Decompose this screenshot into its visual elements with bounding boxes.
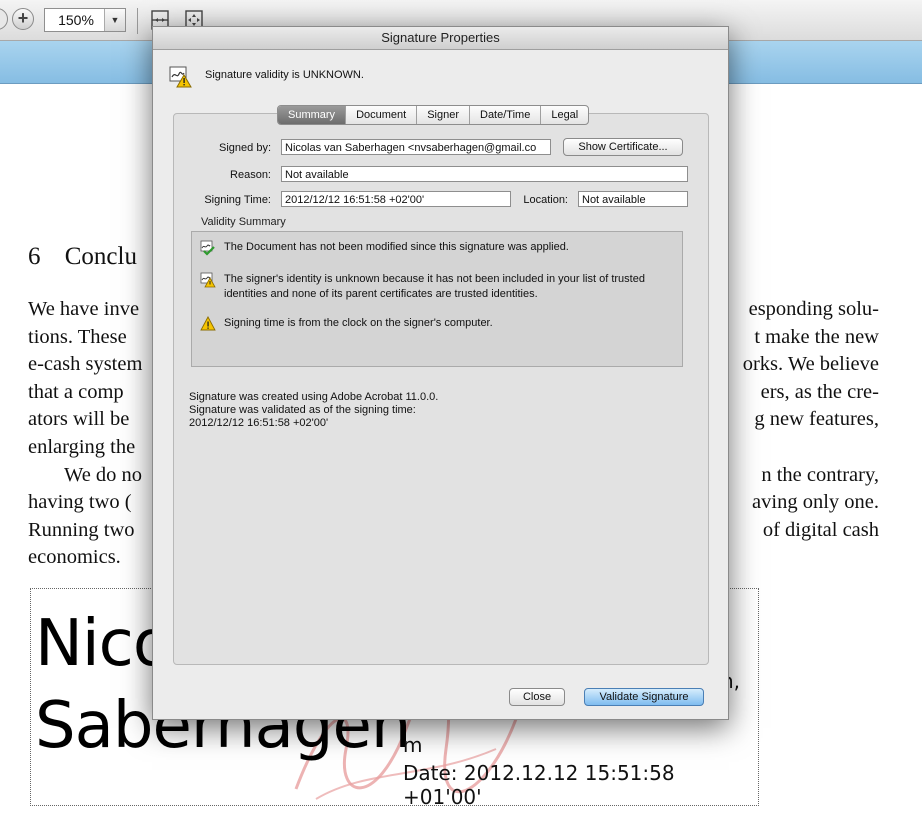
para1-line-5-left: enlarging the — [28, 436, 136, 458]
zoom-dropdown-arrow[interactable]: ▼ — [104, 9, 125, 31]
signature-date: Date: 2012.12.12 15:51:58 +01'00' — [403, 761, 675, 809]
signer-name-line1: Nico — [35, 607, 172, 681]
para1-line-1-right: t make the new — [754, 326, 879, 348]
warning-icon — [200, 316, 216, 331]
signature-properties-dialog: Signature Properties Signature validity … — [152, 26, 729, 720]
signed-by-field[interactable]: Nicolas van Saberhagen <nvsaberhagen@gma… — [281, 139, 551, 155]
para1-line-2-left: e-cash system — [28, 353, 143, 375]
signature-unknown-icon — [169, 66, 192, 88]
sig-detail-fragment2: m — [403, 733, 423, 757]
para1-line-4-left: ators will be — [28, 408, 130, 430]
para2-line-0-left: We do no — [64, 464, 143, 486]
para2-line-1-right: aving only one. — [752, 491, 879, 513]
validity-summary-box: The Document has not been modified since… — [191, 231, 683, 367]
zoom-combobox[interactable]: 150% ▼ — [44, 8, 126, 32]
dialog-title: Signature Properties — [153, 27, 728, 50]
document-ok-icon — [200, 240, 215, 256]
para1-line-4-right: g new features, — [754, 408, 879, 430]
zoom-value[interactable]: 150% — [45, 9, 107, 31]
para1-line-3-left: that a comp — [28, 381, 124, 403]
info-created-with: Signature was created using Adobe Acroba… — [189, 391, 439, 403]
para1-line-0-left: We have inve — [28, 298, 140, 320]
tab-legal[interactable]: Legal — [541, 106, 588, 124]
reason-label: Reason: — [230, 169, 271, 181]
para2-line-3-left: economics. — [28, 546, 121, 568]
location-label: Location: — [523, 194, 568, 206]
para2-line-0-right: n the contrary, — [761, 464, 879, 486]
para1-line-2-right: orks. We believe — [742, 353, 879, 375]
identity-warning-icon — [200, 272, 216, 288]
info-validation-time: 2012/12/12 16:51:58 +02'00' — [189, 417, 329, 429]
validity-summary-title: Validity Summary — [201, 216, 286, 228]
para2-line-2-right: of digital cash — [762, 519, 879, 541]
tab-date-time[interactable]: Date/Time — [470, 106, 542, 124]
close-button[interactable]: Close — [509, 688, 565, 706]
validity-item-time: Signing time is from the clock on the si… — [224, 317, 493, 329]
para2-line-2-left: Running two — [28, 519, 135, 541]
zoom-in-button[interactable]: + — [12, 8, 34, 30]
zoom-out-button[interactable] — [0, 8, 8, 30]
show-certificate-button[interactable]: Show Certificate... — [563, 138, 683, 156]
para1-line-1-left: tions. These — [28, 326, 127, 348]
signed-by-label: Signed by: — [219, 142, 271, 154]
signing-time-field[interactable]: 2012/12/12 16:51:58 +02'00' — [281, 191, 511, 207]
toolbar-separator — [137, 8, 138, 34]
info-validated-as-of: Signature was validated as of the signin… — [189, 404, 416, 416]
para1-line-0-right: esponding solu- — [748, 298, 879, 320]
validity-status: Signature validity is UNKNOWN. — [205, 69, 364, 81]
location-field[interactable]: Not available — [578, 191, 688, 207]
tab-summary[interactable]: Summary — [278, 106, 347, 124]
section-title: Conclu — [64, 243, 137, 270]
validity-item-document: The Document has not been modified since… — [224, 241, 569, 253]
para2-line-1-left: having two ( — [28, 491, 132, 513]
tab-bar: Summary Document Signer Date/Time Legal — [277, 105, 590, 125]
tab-signer[interactable]: Signer — [417, 106, 470, 124]
tab-document[interactable]: Document — [346, 106, 418, 124]
para1-line-3-right: ers, as the cre- — [760, 381, 879, 403]
signing-time-label: Signing Time: — [204, 194, 271, 206]
validate-signature-button[interactable]: Validate Signature — [584, 688, 704, 706]
validity-item-identity: The signer's identity is unknown because… — [224, 273, 645, 300]
reason-field[interactable]: Not available — [281, 166, 688, 182]
section-heading: 6 Conclu — [28, 243, 137, 271]
section-number: 6 — [28, 243, 41, 270]
